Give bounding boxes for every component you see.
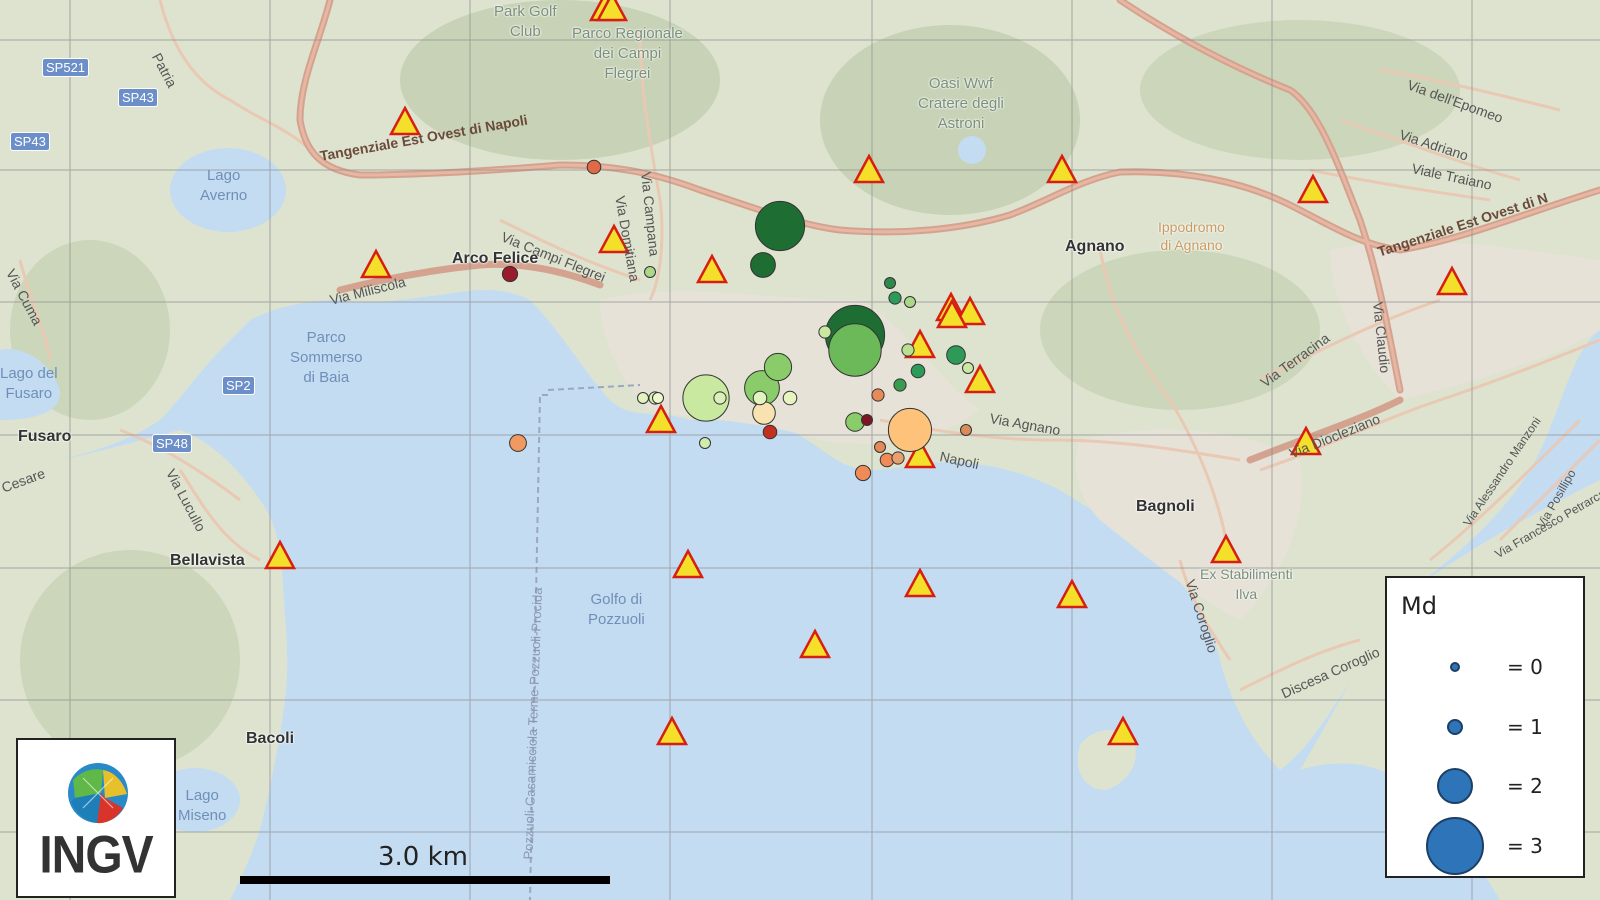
place-label-park-golf: Park Golf Club	[494, 3, 557, 40]
earthquake-event-marker[interactable]	[752, 401, 776, 425]
place-label-golfo-pozzuoli: Golfo di Pozzuoli	[588, 591, 645, 628]
earthquake-event-marker[interactable]	[637, 392, 649, 404]
earthquake-event-marker[interactable]	[910, 363, 926, 379]
earthquake-event-marker[interactable]	[887, 407, 933, 453]
seismic-map[interactable]	[0, 0, 1600, 900]
earthquake-event-marker[interactable]	[509, 434, 527, 452]
earthquake-event-marker[interactable]	[828, 323, 882, 377]
place-label-fusaro: Fusaro	[18, 428, 72, 445]
legend-label-md0: = 0	[1507, 655, 1543, 679]
place-label-lago-fusaro: Lago del Fusaro	[0, 365, 58, 402]
earthquake-event-marker[interactable]	[871, 388, 885, 402]
place-label-parco-sommerso: Parco Sommerso di Baia	[290, 329, 363, 386]
shield-sp43-a: SP43	[118, 88, 158, 107]
globe-icon	[68, 763, 128, 824]
place-label-lago-miseno: Lago Miseno	[178, 787, 227, 824]
place-label-lago-averno: Lago Averno	[200, 167, 248, 204]
place-label-ippodromo: Ippodromo di Agnano	[1158, 219, 1225, 253]
earthquake-event-marker[interactable]	[904, 296, 916, 308]
earthquake-event-marker[interactable]	[861, 414, 873, 426]
legend-dot-md1	[1447, 719, 1463, 735]
legend-label-md2: = 2	[1507, 774, 1543, 798]
earthquake-event-marker[interactable]	[888, 291, 902, 305]
legend-dot-md2	[1437, 768, 1473, 804]
place-label-arco-felice: Arco Felice	[452, 250, 539, 267]
earthquake-event-marker[interactable]	[818, 325, 832, 339]
logo-text: INGV	[39, 826, 153, 885]
earthquake-event-marker[interactable]	[586, 159, 602, 175]
shield-sp48: SP48	[152, 434, 192, 453]
earthquake-event-marker[interactable]	[962, 362, 974, 374]
place-label-ex-stabilimenti: Ex Stabilimenti Ilva	[1200, 566, 1293, 602]
earthquake-event-marker[interactable]	[644, 266, 656, 278]
shield-sp521: SP521	[42, 58, 90, 77]
earthquake-event-marker[interactable]	[501, 265, 519, 283]
place-label-oasi-wwf: Oasi Wwf Cratere degli Astroni	[918, 75, 1004, 132]
place-label-bellavista: Bellavista	[170, 552, 245, 569]
earthquake-event-marker[interactable]	[893, 378, 907, 392]
legend-row-md0: = 0	[1387, 637, 1583, 697]
legend-row-md3: = 3	[1387, 816, 1583, 876]
shield-sp43-b: SP43	[10, 132, 50, 151]
earthquake-event-marker[interactable]	[762, 424, 778, 440]
hill-east	[1040, 250, 1320, 410]
earthquake-event-marker[interactable]	[713, 391, 727, 405]
earthquake-event-marker[interactable]	[960, 424, 972, 436]
legend-label-md1: = 1	[1507, 715, 1543, 739]
earthquake-event-marker[interactable]	[652, 392, 664, 404]
earthquake-event-marker[interactable]	[891, 451, 905, 465]
legend-row-md1: = 1	[1387, 697, 1583, 757]
earthquake-event-marker[interactable]	[754, 200, 806, 252]
legend-row-md2: = 2	[1387, 756, 1583, 816]
crater-lake	[958, 136, 986, 164]
legend-label-md3: = 3	[1507, 834, 1543, 858]
legend-title: Md	[1401, 592, 1437, 620]
earthquake-event-marker[interactable]	[752, 390, 768, 406]
scale-label: 3.0 km	[378, 842, 468, 872]
scale-bar	[240, 876, 610, 884]
shield-sp2: SP2	[222, 376, 255, 395]
earthquake-event-marker[interactable]	[884, 277, 896, 289]
earthquake-event-marker[interactable]	[763, 352, 793, 382]
earthquake-event-marker[interactable]	[854, 464, 872, 482]
place-label-bacoli: Bacoli	[246, 730, 295, 747]
place-label-bagnoli: Bagnoli	[1136, 498, 1195, 515]
place-label-agnano: Agnano	[1065, 238, 1125, 255]
earthquake-event-marker[interactable]	[946, 345, 966, 365]
earthquake-event-marker[interactable]	[699, 437, 711, 449]
earthquake-event-marker[interactable]	[874, 441, 886, 453]
earthquake-event-marker[interactable]	[782, 390, 798, 406]
place-label-parco-regionale: Parco Regionale dei Campi Flegrei	[572, 25, 683, 82]
legend-dot-md3	[1426, 817, 1484, 875]
earthquake-event-marker[interactable]	[750, 252, 776, 278]
ingv-logo: INGV	[16, 738, 176, 898]
earthquake-event-marker[interactable]	[901, 343, 915, 357]
hill-bacoli	[20, 550, 240, 770]
legend-dot-md0	[1450, 662, 1460, 672]
magnitude-legend: Md = 0 = 1 = 2 = 3	[1385, 576, 1585, 878]
